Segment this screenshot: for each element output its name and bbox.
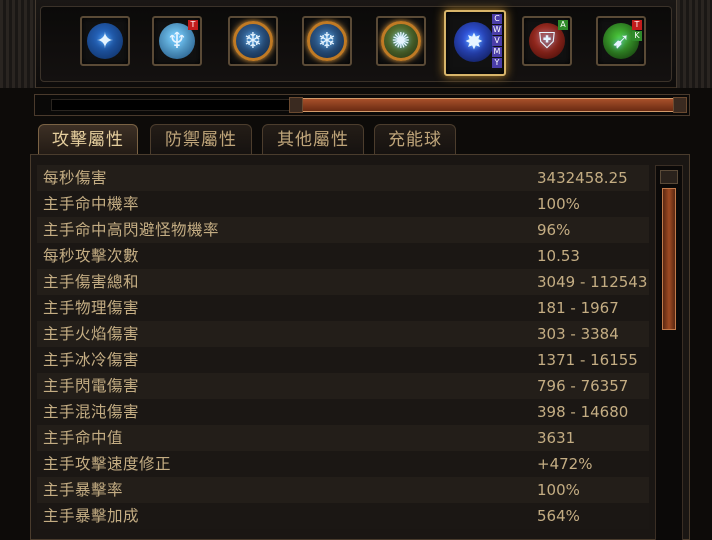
- stat-value: +472%: [537, 455, 593, 473]
- stat-label: 主手物理傷害: [43, 299, 140, 317]
- stats-scrollbar[interactable]: [655, 165, 683, 540]
- skill-slot[interactable]: ♆ T: [152, 16, 202, 66]
- arcane-sigil-skill-icon: ✺: [391, 28, 411, 54]
- stat-label: 主手火焰傷害: [43, 325, 140, 343]
- stat-row: 主手閃電傷害 796 - 76357: [37, 373, 649, 399]
- skill-key-badge: W: [492, 25, 502, 35]
- experience-bar-end-cap: [673, 97, 687, 113]
- stat-value: 796 - 76357: [537, 377, 629, 395]
- skill-key-badge: K: [632, 31, 642, 41]
- skill-slot[interactable]: ❄: [302, 16, 352, 66]
- skill-bar-right-frame: [676, 0, 712, 88]
- skill-key-badge: A: [558, 20, 568, 30]
- stat-label: 主手冰冷傷害: [43, 351, 140, 369]
- scroll-up-button[interactable]: [660, 170, 678, 184]
- skill-key-badge: V: [492, 36, 502, 46]
- stat-value: 3049 - 112543: [537, 273, 648, 291]
- stat-label: 主手暴擊率: [43, 481, 124, 499]
- stat-row: 主手物理傷害 181 - 1967: [37, 295, 649, 321]
- stat-label: 主手暴擊加成: [43, 507, 140, 525]
- stats-list: 每秒傷害 3432458.25 主手命中機率 100% 主手命中高閃避怪物機率 96% 每秒…: [37, 165, 649, 529]
- skill-key-badge: T: [632, 20, 642, 30]
- stat-value: 100%: [537, 195, 580, 213]
- stat-row: 每秒傷害 3432458.25: [37, 165, 649, 191]
- stat-value: 96%: [537, 221, 571, 239]
- stat-row: 主手暴擊率 100%: [37, 477, 649, 503]
- stat-row: 主手傷害總和 3049 - 112543: [37, 269, 649, 295]
- stat-row: 主手命中高閃避怪物機率 96%: [37, 217, 649, 243]
- skill-slot[interactable]: ⛨ A: [522, 16, 572, 66]
- stat-row: 主手火焰傷害 303 - 3384: [37, 321, 649, 347]
- skill-tray: [40, 6, 672, 82]
- stat-label: 每秒攻擊次數: [43, 247, 140, 265]
- stat-label: 主手閃電傷害: [43, 377, 140, 395]
- skill-bar: ✦ ♆ T ❄ ❄ ✺ ✸ C W V M Y ⛨ A ➹ T K: [0, 0, 712, 88]
- stat-row: 主手暴擊加成 564%: [37, 503, 649, 529]
- stat-row: 每秒攻擊次數 10.53: [37, 243, 649, 269]
- skill-key-badge: Y: [492, 58, 502, 68]
- experience-bar-track: [51, 99, 329, 111]
- stat-value: 1371 - 16155: [537, 351, 638, 369]
- skill-slot[interactable]: ❄: [228, 16, 278, 66]
- stat-row: 主手混沌傷害 398 - 14680: [37, 399, 649, 425]
- ice-ring-skill-icon: ❄: [317, 28, 337, 54]
- stat-value: 398 - 14680: [537, 403, 629, 421]
- tab-other[interactable]: 其他屬性: [262, 124, 364, 154]
- stat-value: 3631: [537, 429, 576, 447]
- stat-label: 主手命中機率: [43, 195, 140, 213]
- experience-bar: [34, 94, 690, 116]
- stat-value: 100%: [537, 481, 580, 499]
- skill-slot[interactable]: ✺: [376, 16, 426, 66]
- skill-key-badge: T: [188, 20, 198, 30]
- stat-value: 303 - 3384: [537, 325, 619, 343]
- stat-label: 主手混沌傷害: [43, 403, 140, 421]
- tab-defense[interactable]: 防禦屬性: [150, 124, 252, 154]
- skill-slot[interactable]: ✦: [80, 16, 130, 66]
- stat-row: 主手攻擊速度修正 +472%: [37, 451, 649, 477]
- stat-label: 主手傷害總和: [43, 273, 140, 291]
- skill-slot[interactable]: ✸ C W V M Y: [444, 10, 506, 76]
- stat-value: 181 - 1967: [537, 299, 619, 317]
- scroll-thumb[interactable]: [662, 188, 676, 330]
- stat-value: 564%: [537, 507, 580, 525]
- stat-label: 主手命中高閃避怪物機率: [43, 221, 220, 239]
- skill-bar-left-frame: [0, 0, 36, 88]
- stat-label: 主手攻擊速度修正: [43, 455, 172, 473]
- stats-panel: 每秒傷害 3432458.25 主手命中機率 100% 主手命中高閃避怪物機率 96% 每秒…: [30, 154, 690, 540]
- blue-sphere-skill-icon: ✦: [95, 28, 115, 54]
- experience-bar-divider: [289, 97, 303, 113]
- stat-row: 主手命中機率 100%: [37, 191, 649, 217]
- experience-bar-fill: [299, 98, 675, 112]
- ice-ring-skill-icon: ❄: [243, 28, 263, 54]
- stat-row: 主手命中值 3631: [37, 425, 649, 451]
- skill-key-badge: M: [492, 47, 502, 57]
- tab-charges[interactable]: 充能球: [374, 124, 456, 154]
- tab-attack[interactable]: 攻擊屬性: [38, 124, 138, 154]
- stat-value: 10.53: [537, 247, 580, 265]
- stat-row: 主手冰冷傷害 1371 - 16155: [37, 347, 649, 373]
- skill-key-badge: C: [492, 14, 502, 24]
- stat-label: 主手命中值: [43, 429, 124, 447]
- stat-label: 每秒傷害: [43, 169, 108, 187]
- stat-value: 3432458.25: [537, 169, 628, 187]
- skill-slot[interactable]: ➹ T K: [596, 16, 646, 66]
